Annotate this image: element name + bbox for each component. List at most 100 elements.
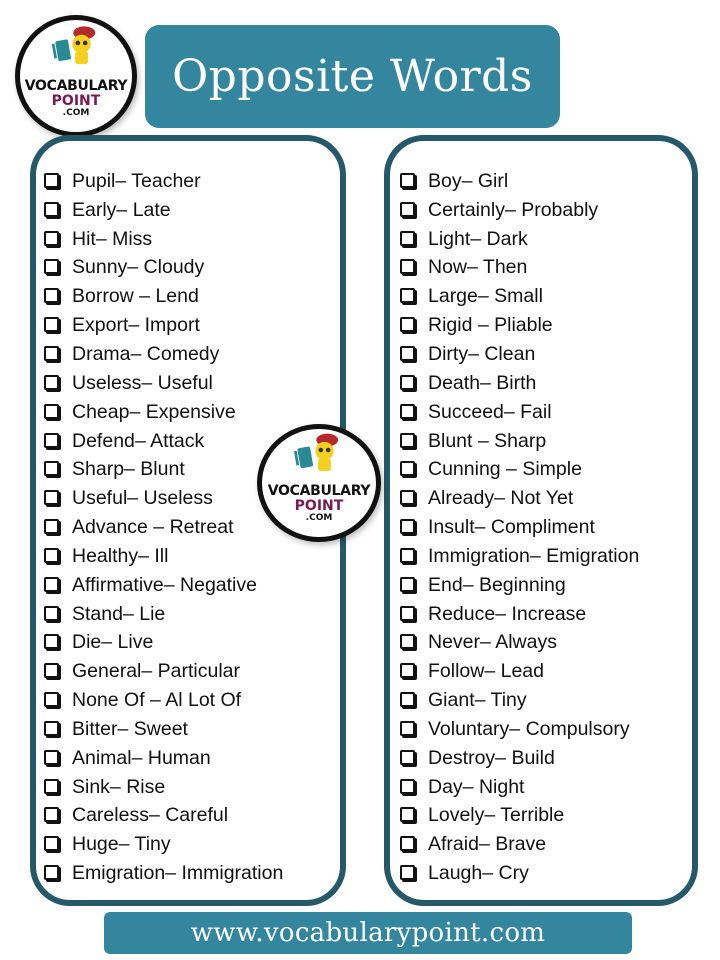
word-pair-item: Sink– Rise bbox=[44, 773, 283, 802]
page-title: Opposite Words bbox=[172, 51, 533, 102]
word-pair-text: Blunt – Sharp bbox=[428, 429, 547, 452]
word-pair-text: Large– Small bbox=[428, 285, 543, 308]
title-banner: Opposite Words bbox=[145, 25, 560, 128]
word-pair-item: Day– Night bbox=[400, 773, 639, 802]
checkbox-icon bbox=[44, 288, 59, 304]
word-pair-text: Immigration– Emigration bbox=[428, 544, 640, 567]
checkbox-icon bbox=[400, 317, 415, 333]
right-word-panel: Boy– Girl Certainly– Probably Light– Dark N… bbox=[384, 135, 698, 906]
checkbox-icon bbox=[44, 836, 59, 852]
checkbox-icon bbox=[400, 807, 415, 823]
word-pair-text: Already– Not Yet bbox=[428, 487, 574, 510]
word-pair-item: Destroy– Build bbox=[400, 744, 639, 773]
word-pair-text: None Of – Al Lot Of bbox=[72, 689, 242, 712]
word-pair-text: Cunning – Simple bbox=[428, 458, 582, 481]
word-pair-item: Lovely– Terrible bbox=[400, 802, 639, 831]
word-pair-item: Afraid– Brave bbox=[400, 830, 639, 859]
word-pair-text: Drama– Comedy bbox=[72, 342, 220, 365]
word-pair-text: Lovely– Terrible bbox=[428, 804, 565, 827]
word-pair-text: Death– Birth bbox=[428, 371, 537, 394]
word-pair-text: Certainly– Probably bbox=[428, 198, 599, 221]
word-pair-text: Laugh– Cry bbox=[428, 862, 529, 885]
checkbox-icon bbox=[44, 461, 59, 477]
site-logo: VOCABULARY POINT .COM bbox=[15, 15, 137, 137]
word-pair-item: Now– Then bbox=[400, 254, 639, 283]
word-pair-item: Immigration– Emigration bbox=[400, 542, 639, 571]
word-pair-text: Stand– Lie bbox=[72, 602, 166, 625]
checkbox-icon bbox=[44, 490, 59, 506]
checkbox-icon bbox=[44, 317, 59, 333]
logo-text-vocabulary: VOCABULARY bbox=[24, 78, 128, 94]
word-pair-text: Sharp– Blunt bbox=[72, 458, 185, 481]
word-pair-text: Useful– Useless bbox=[72, 487, 213, 510]
word-pair-item: Voluntary– Compulsory bbox=[400, 715, 639, 744]
word-pair-item: Succeed– Fail bbox=[400, 398, 639, 427]
word-pair-text: Borrow – Lend bbox=[72, 285, 199, 308]
word-pair-item: End– Beginning bbox=[400, 571, 639, 600]
word-pair-text: Sink– Rise bbox=[72, 775, 166, 798]
checkbox-icon bbox=[44, 663, 59, 679]
checkbox-icon bbox=[400, 634, 415, 650]
checkbox-icon bbox=[44, 807, 59, 823]
word-pair-item: None Of – Al Lot Of bbox=[44, 686, 283, 715]
checkbox-icon bbox=[400, 172, 415, 188]
checkbox-icon bbox=[400, 288, 415, 304]
word-pair-text: Insult– Compliment bbox=[428, 516, 595, 539]
word-pair-item: Animal– Human bbox=[44, 744, 283, 773]
logo-text-point: POINT bbox=[51, 93, 101, 109]
checkbox-icon bbox=[400, 605, 415, 621]
checkbox-icon bbox=[400, 865, 415, 881]
word-pair-text: Huge– Tiny bbox=[72, 833, 171, 856]
word-pair-item: Sunny– Cloudy bbox=[44, 254, 283, 283]
word-pair-item: Defend– Attack bbox=[44, 427, 283, 456]
word-pair-text: Sunny– Cloudy bbox=[72, 256, 205, 279]
word-pair-item: Careless– Careful bbox=[44, 802, 283, 831]
word-pair-text: Dirty– Clean bbox=[428, 342, 536, 365]
word-pair-text: Advance – Retreat bbox=[72, 516, 234, 539]
checkbox-icon bbox=[44, 374, 59, 390]
checkbox-icon bbox=[44, 865, 59, 881]
word-pair-item: Rigid – Pliable bbox=[400, 311, 639, 340]
word-pair-text: Affirmative– Negative bbox=[72, 573, 257, 596]
word-pair-item: Useless– Useful bbox=[44, 369, 283, 398]
word-pair-item: Borrow – Lend bbox=[44, 282, 283, 311]
word-pair-item: Sharp– Blunt bbox=[44, 455, 283, 484]
checkbox-icon bbox=[44, 720, 59, 736]
word-pair-text: Export– Import bbox=[72, 314, 200, 337]
checkbox-icon bbox=[400, 778, 415, 794]
checkbox-icon bbox=[44, 172, 59, 188]
checkbox-icon bbox=[400, 201, 415, 217]
word-pair-item: Giant– Tiny bbox=[400, 686, 639, 715]
word-pair-item: Dirty– Clean bbox=[400, 340, 639, 369]
word-pair-item: Useful– Useless bbox=[44, 484, 283, 513]
word-pair-text: General– Particular bbox=[72, 660, 240, 683]
checkbox-icon bbox=[400, 663, 415, 679]
word-pair-text: Emigration– Immigration bbox=[72, 862, 284, 885]
word-pair-item: Die– Live bbox=[44, 629, 283, 658]
word-pair-item: Follow– Lead bbox=[400, 657, 639, 686]
checkbox-icon bbox=[400, 345, 415, 361]
checkbox-icon bbox=[44, 605, 59, 621]
word-pair-item: Death– Birth bbox=[400, 369, 639, 398]
checkbox-icon bbox=[400, 230, 415, 246]
word-pair-text: Early– Late bbox=[72, 198, 171, 221]
word-pair-item: Reduce– Increase bbox=[400, 600, 639, 629]
checkbox-icon bbox=[44, 201, 59, 217]
logo-text-point: POINT bbox=[294, 498, 344, 514]
word-pair-text: Boy– Girl bbox=[428, 169, 509, 192]
word-pair-text: Day– Night bbox=[428, 775, 525, 798]
word-pair-item: Pupil– Teacher bbox=[44, 167, 283, 196]
word-pair-item: Bitter– Sweet bbox=[44, 715, 283, 744]
checkbox-icon bbox=[400, 836, 415, 852]
word-pair-item: Insult– Compliment bbox=[400, 513, 639, 542]
word-pair-item: Light– Dark bbox=[400, 225, 639, 254]
word-pair-text: Afraid– Brave bbox=[428, 833, 547, 856]
checkbox-icon bbox=[400, 461, 415, 477]
word-pair-text: Succeed– Fail bbox=[428, 400, 552, 423]
logo-text-com: .COM bbox=[62, 108, 90, 118]
word-pair-item: Healthy– Ill bbox=[44, 542, 283, 571]
word-pair-text: Light– Dark bbox=[428, 227, 528, 250]
checkbox-icon bbox=[400, 374, 415, 390]
word-pair-text: Voluntary– Compulsory bbox=[428, 717, 630, 740]
word-pair-text: Destroy– Build bbox=[428, 746, 555, 769]
